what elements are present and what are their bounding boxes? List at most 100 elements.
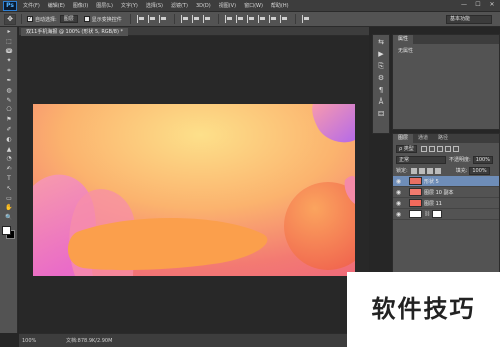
distribute-vcenter-icon[interactable] <box>235 15 245 23</box>
filter-adjustment-icon[interactable] <box>428 145 435 152</box>
filter-smart-object-icon[interactable] <box>452 145 459 152</box>
auto-align-icon[interactable] <box>301 15 311 23</box>
menu-item[interactable]: 文件(F) <box>19 0 44 12</box>
opacity-input[interactable]: 100% <box>472 155 493 164</box>
status-bar: 100% 文档:878.9K/2.90M <box>19 333 369 347</box>
layer-row[interactable]: ◉ 图层 11 <box>393 198 499 209</box>
menu-item[interactable]: 视图(V) <box>215 0 240 12</box>
tool-icon[interactable]: ⚑ <box>3 116 15 125</box>
separator <box>21 14 22 24</box>
tool-icon[interactable]: ⌗ <box>3 67 15 76</box>
align-hcenter-icon[interactable] <box>191 15 201 23</box>
lock-transparent-icon[interactable] <box>410 167 417 174</box>
distribute-hcenter-icon[interactable] <box>268 15 278 23</box>
align-bottom-icon[interactable] <box>158 15 168 23</box>
show-transform-checkbox[interactable] <box>83 16 90 22</box>
menu-item[interactable]: 文字(Y) <box>117 0 142 12</box>
tool-icon[interactable]: ✒ <box>3 77 15 86</box>
tab-paths[interactable]: 路径 <box>433 134 453 143</box>
align-top-icon[interactable] <box>136 15 146 23</box>
document-info[interactable]: 文档:878.9K/2.90M <box>66 337 112 344</box>
menu-item[interactable]: 窗口(W) <box>240 0 267 12</box>
align-vcenter-icon[interactable] <box>147 15 157 23</box>
auto-select-checkbox[interactable]: ✓ <box>27 16 33 22</box>
tool-icon[interactable]: ↈ <box>3 48 15 57</box>
workspace-dropdown[interactable]: 基本功能 <box>446 15 492 24</box>
dock-panel-icon[interactable]: ⇆ <box>375 37 387 47</box>
menu-item[interactable]: 图像(I) <box>69 0 92 12</box>
dock-icon-list: ⇆ ▶ ⎘ ⚙ ¶ Å ⚃ <box>373 37 389 119</box>
tab-channels[interactable]: 通道 <box>413 134 433 143</box>
document-tab[interactable]: 双11手机海报 @ 100% (形状 5, RGB/8) * <box>21 28 129 36</box>
distribute-bottom-icon[interactable] <box>246 15 256 23</box>
document-area[interactable] <box>19 36 369 333</box>
move-tool-preset-icon[interactable]: ✥ <box>4 13 16 25</box>
filter-shape-icon[interactable] <box>444 145 451 152</box>
tool-icon[interactable]: ↖ <box>3 185 15 194</box>
menu-item[interactable]: 选择(S) <box>142 0 167 12</box>
tool-icon[interactable]: 🔍 <box>3 214 15 223</box>
distribute-left-icon[interactable] <box>257 15 267 23</box>
tool-icon[interactable]: ◍ <box>3 87 15 96</box>
menu-item[interactable]: 滤镜(T) <box>167 0 192 12</box>
layer-name: 形状 5 <box>424 178 439 185</box>
visibility-eye-icon[interactable]: ◉ <box>394 211 403 218</box>
menu-item[interactable]: 3D(D) <box>192 0 215 12</box>
lock-all-icon[interactable] <box>434 167 441 174</box>
menu-bar: Ps 文件(F) 编辑(E) 图像(I) 图层(L) 文字(Y) 选择(S) 滤镜(T) 3D… <box>0 0 500 12</box>
layer-row[interactable]: ◉ 形状 5 <box>393 176 499 187</box>
zoom-level[interactable]: 100% <box>22 338 52 344</box>
dock-panel-icon[interactable]: ⚃ <box>375 109 387 119</box>
layer-row[interactable]: ◉ ⛓ <box>393 209 499 220</box>
align-right-icon[interactable] <box>202 15 212 23</box>
foreground-color-swatch[interactable] <box>2 225 11 235</box>
layer-row[interactable]: ◉ 图层 10 副本 <box>393 187 499 198</box>
menu-item[interactable]: 帮助(H) <box>267 0 293 12</box>
minimize-button[interactable]: — <box>460 1 468 9</box>
visibility-eye-icon[interactable]: ◉ <box>394 189 403 196</box>
canvas[interactable] <box>33 104 355 276</box>
distribute-top-icon[interactable] <box>224 15 234 23</box>
blend-mode-dropdown[interactable]: 正常 <box>396 155 446 164</box>
tool-icon[interactable]: ⬚ <box>3 38 15 47</box>
layer-filter-dropdown[interactable]: ρ 类型 <box>396 144 417 153</box>
distribute-right-icon[interactable] <box>279 15 289 23</box>
tool-icon[interactable]: ▭ <box>3 195 15 204</box>
close-button[interactable]: ✕ <box>488 1 496 9</box>
layer-mask-thumbnail[interactable] <box>432 210 443 218</box>
dock-panel-icon[interactable]: ▶ <box>375 49 387 59</box>
visibility-eye-icon[interactable]: ◉ <box>394 200 403 207</box>
tool-icon[interactable]: ◐ <box>3 136 15 145</box>
filter-pixel-icon[interactable] <box>420 145 427 152</box>
filter-type-icon[interactable] <box>436 145 443 152</box>
layer-thumbnail <box>409 188 422 196</box>
tool-icon[interactable]: ▲ <box>3 146 15 155</box>
tool-icon[interactable]: ▸ <box>3 28 15 37</box>
maximize-button[interactable]: ☐ <box>474 1 482 9</box>
dock-panel-icon[interactable]: Å <box>375 97 387 107</box>
mask-link-icon[interactable]: ⛓ <box>424 211 430 217</box>
tool-icon[interactable]: T <box>3 175 15 184</box>
lock-position-icon[interactable] <box>426 167 433 174</box>
fill-input[interactable]: 100% <box>469 166 490 175</box>
dock-panel-icon[interactable]: ¶ <box>375 85 387 95</box>
auto-select-dropdown[interactable]: 图层 <box>59 15 78 23</box>
dock-panel-icon[interactable]: ⎘ <box>375 61 387 71</box>
tool-icon[interactable]: ✦ <box>3 57 15 66</box>
dock-panel-icon[interactable]: ⚙ <box>375 73 387 83</box>
visibility-eye-icon[interactable]: ◉ <box>394 178 403 185</box>
tool-icon[interactable]: ✋ <box>3 204 15 213</box>
menu-item[interactable]: 编辑(E) <box>44 0 69 12</box>
tool-icon[interactable]: ✎ <box>3 97 15 106</box>
tool-icon[interactable]: ◔ <box>3 155 15 164</box>
align-left-icon[interactable] <box>180 15 190 23</box>
auto-select-label: 自动选择: <box>35 16 57 23</box>
menu-item[interactable]: 图层(L) <box>92 0 117 12</box>
tool-icon[interactable]: ✐ <box>3 126 15 135</box>
lock-pixels-icon[interactable] <box>418 167 425 174</box>
tool-icon[interactable]: ⎔ <box>3 106 15 115</box>
tab-properties[interactable]: 属性 <box>393 35 414 44</box>
color-swatches[interactable] <box>2 225 16 240</box>
tool-icon[interactable]: ✍ <box>3 165 15 174</box>
tab-layers[interactable]: 图层 <box>393 134 414 143</box>
